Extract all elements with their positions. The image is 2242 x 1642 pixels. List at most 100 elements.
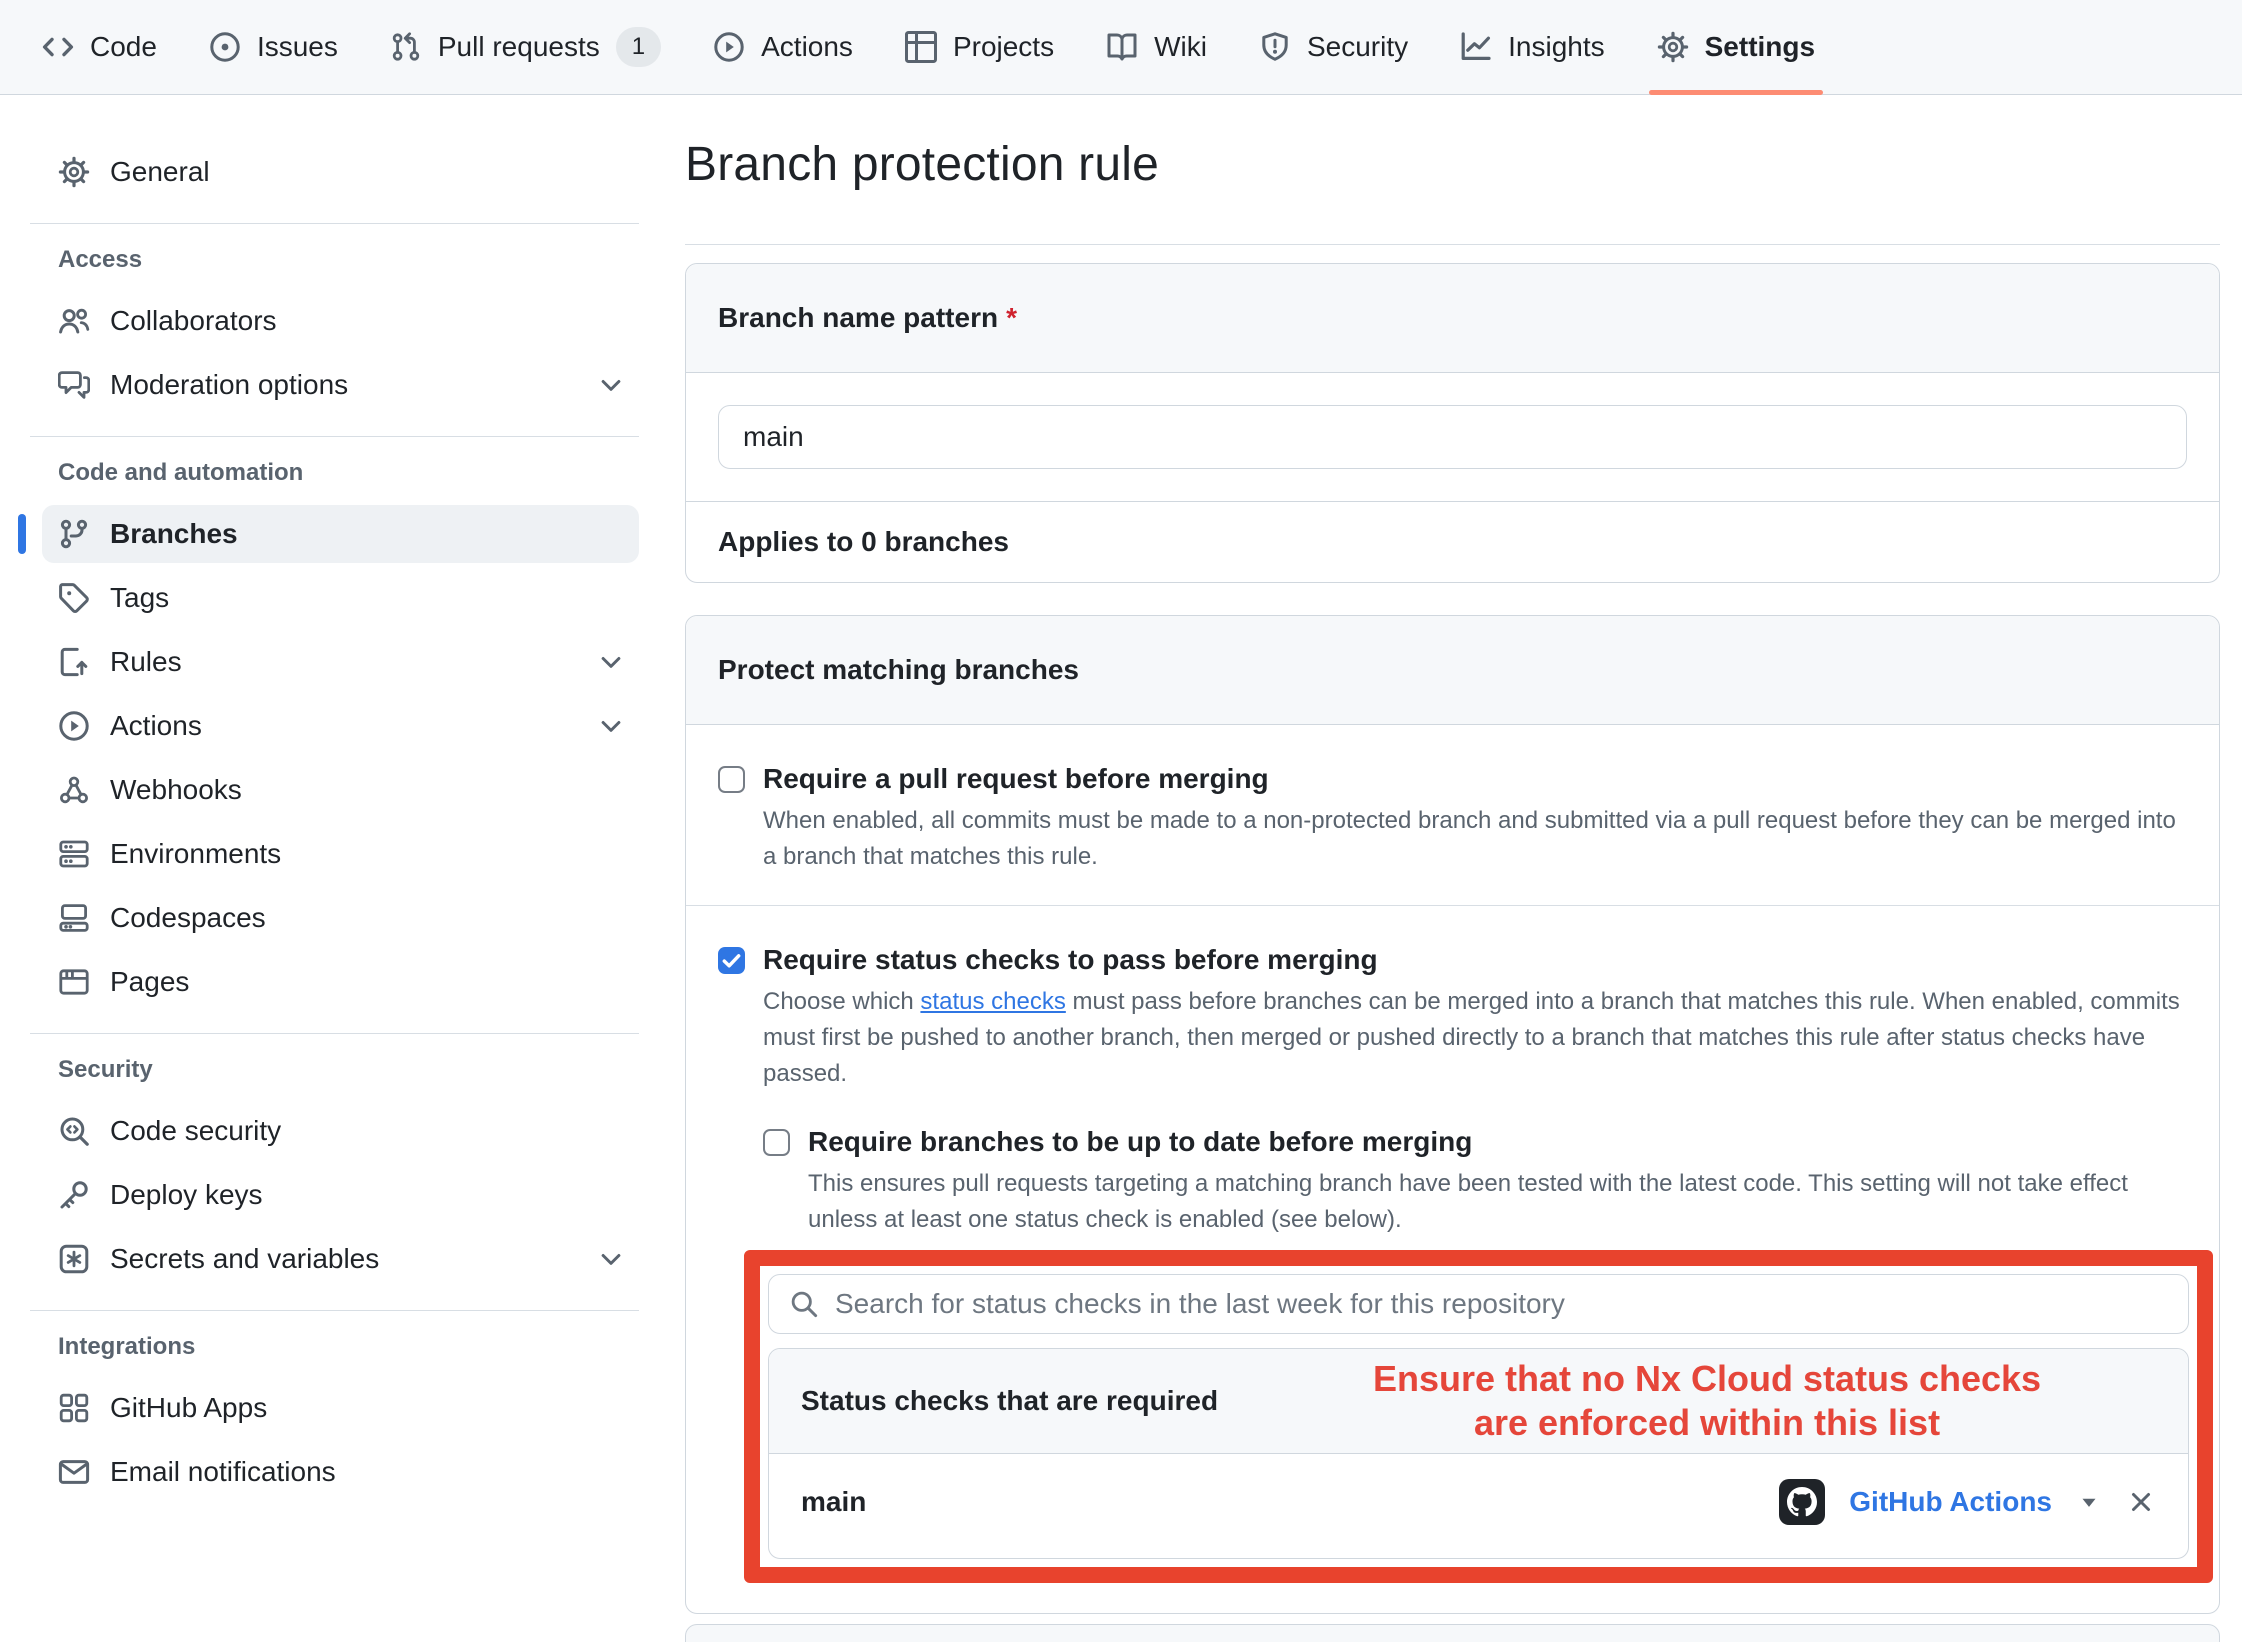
page-title: Branch protection rule [685,137,2220,192]
codespaces-icon [58,902,90,934]
repo-push-icon [58,646,90,678]
protect-matching-branches-card: Protect matching branches Require a pull… [685,615,2220,1614]
tab-settings[interactable]: Settings [1641,0,1831,94]
require-pull-request-section: Require a pull request before merging Wh… [686,725,2219,905]
tab-issues[interactable]: Issues [193,0,354,94]
status-check-source-dropdown[interactable] [2076,1489,2102,1515]
sidebar-item-rules[interactable]: Rules [42,633,639,691]
sidebar-item-deploy-keys[interactable]: Deploy keys [42,1166,639,1224]
key-asterisk-icon [58,1243,90,1275]
sidebar-section-access: Access [58,246,639,274]
sidebar-item-actions[interactable]: Actions [42,697,639,755]
sidebar-item-environments[interactable]: Environments [42,825,639,883]
require-pull-request-checkbox[interactable] [718,766,745,793]
sidebar-divider [30,436,639,437]
people-icon [58,305,90,337]
search-icon [789,1289,819,1319]
tab-pull-requests[interactable]: Pull requests 1 [374,0,677,94]
github-actions-avatar [1779,1479,1825,1525]
close-icon [2126,1487,2156,1517]
play-icon [713,31,745,63]
tab-label: Wiki [1154,31,1207,63]
sidebar-section-code-and-automation: Code and automation [58,459,639,487]
require-up-to-date-label[interactable]: Require branches to be up to date before… [808,1122,1472,1162]
status-check-search [768,1274,2189,1334]
sidebar-item-tags[interactable]: Tags [42,569,639,627]
annotation-highlight-box: Status checks that are required Ensure t… [744,1250,2213,1583]
github-settings-page: Code Issues Pull requests 1 Actions Proj… [0,0,2242,1642]
browser-icon [58,966,90,998]
play-icon [58,710,90,742]
gear-icon [1657,31,1689,63]
annotation-line-2: are enforced within this list [1474,1402,1940,1443]
branch-name-pattern-label: Branch name pattern [718,302,998,333]
sidebar-divider [30,1033,639,1034]
sidebar-item-label: Rules [110,646,182,678]
require-up-to-date-section: Require branches to be up to date before… [763,1122,2187,1238]
sidebar-item-label: Environments [110,838,281,870]
title-divider [685,244,2220,245]
sidebar-item-label: Secrets and variables [110,1243,379,1275]
next-section-card-top [685,1624,2220,1642]
branch-name-pattern-input[interactable] [718,405,2187,469]
chevron-down-icon [597,648,625,676]
sidebar-item-label: Email notifications [110,1456,336,1488]
description-text: Choose which [763,988,920,1015]
tab-code[interactable]: Code [26,0,173,94]
tab-wiki[interactable]: Wiki [1090,0,1223,94]
require-up-to-date-checkbox[interactable] [763,1129,790,1156]
sidebar-item-label: General [110,156,210,188]
mail-icon [58,1456,90,1488]
sidebar-item-codespaces[interactable]: Codespaces [42,889,639,947]
sidebar-item-label: Codespaces [110,902,266,934]
sidebar-divider [30,1310,639,1311]
protect-matching-branches-header: Protect matching branches [686,616,2219,725]
annotation-note: Ensure that no Nx Cloud status checks ar… [1218,1357,2156,1445]
sidebar-item-branches[interactable]: Branches [42,505,639,563]
sidebar-item-label: Tags [110,582,169,614]
sidebar-item-label: Actions [110,710,202,742]
sidebar-item-email-notifications[interactable]: Email notifications [42,1443,639,1501]
book-icon [1106,31,1138,63]
sidebar-item-label: Moderation options [110,369,348,401]
status-checks-link[interactable]: status checks [920,988,1065,1015]
tab-actions[interactable]: Actions [697,0,869,94]
tab-label: Projects [953,31,1054,63]
sidebar-item-github-apps[interactable]: GitHub Apps [42,1379,639,1437]
tab-security[interactable]: Security [1243,0,1424,94]
tab-label: Actions [761,31,853,63]
tab-label: Settings [1705,31,1815,63]
require-pull-request-label[interactable]: Require a pull request before merging [763,759,1269,799]
sidebar-section-security: Security [58,1056,639,1084]
tab-insights[interactable]: Insights [1444,0,1621,94]
status-check-search-input[interactable] [835,1275,2168,1333]
sidebar-item-secrets-and-variables[interactable]: Secrets and variables [42,1230,639,1288]
triangle-down-icon [2076,1489,2102,1515]
remove-status-check-button[interactable] [2126,1487,2156,1517]
github-actions-link[interactable]: GitHub Actions [1849,1486,2052,1518]
required-status-checks-table: Status checks that are required Ensure t… [768,1348,2189,1559]
sidebar-section-integrations: Integrations [58,1333,639,1361]
tab-label: Issues [257,31,338,63]
branch-name-pattern-card: Branch name pattern* Applies to 0 branch… [685,263,2220,583]
require-status-checks-description: Choose which status checks must pass bef… [763,984,2187,1092]
sidebar-item-code-security[interactable]: Code security [42,1102,639,1160]
tab-label: Code [90,31,157,63]
sidebar-item-pages[interactable]: Pages [42,953,639,1011]
annotation-line-1: Ensure that no Nx Cloud status checks [1373,1358,2041,1399]
chevron-down-icon [597,712,625,740]
graph-icon [1460,31,1492,63]
gear-icon [58,156,90,188]
tab-projects[interactable]: Projects [889,0,1070,94]
require-status-checks-checkbox[interactable] [718,947,745,974]
sidebar-item-moderation-options[interactable]: Moderation options [42,356,639,414]
sidebar-divider [30,223,639,224]
code-icon [42,31,74,63]
require-status-checks-label[interactable]: Require status checks to pass before mer… [763,940,1378,980]
sidebar-item-general[interactable]: General [42,143,639,201]
required-asterisk: * [1006,302,1017,333]
sidebar-item-webhooks[interactable]: Webhooks [42,761,639,819]
require-pull-request-description: When enabled, all commits must be made t… [763,803,2187,875]
apps-icon [58,1392,90,1424]
sidebar-item-collaborators[interactable]: Collaborators [42,292,639,350]
